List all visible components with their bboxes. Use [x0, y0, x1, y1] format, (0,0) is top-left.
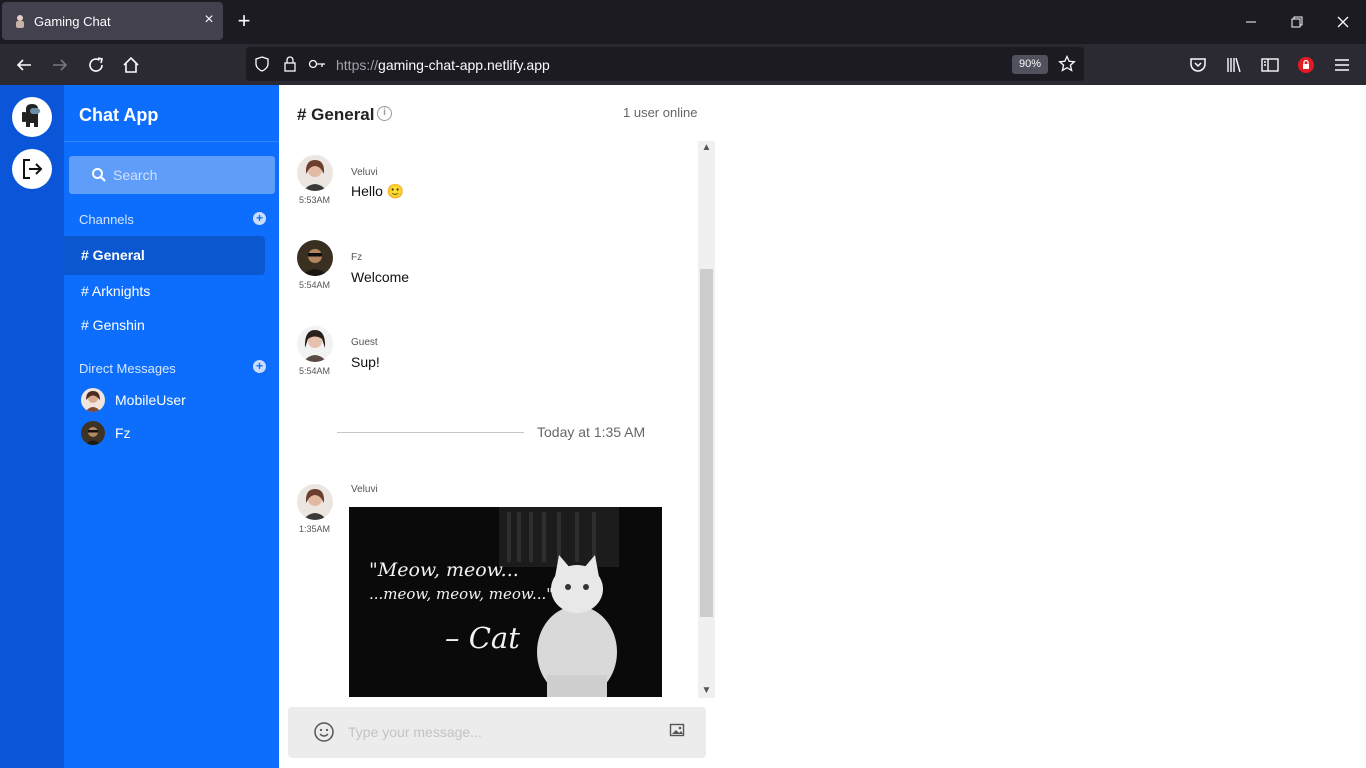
minimize-icon[interactable] [1240, 11, 1262, 33]
online-count: 1 user online [623, 105, 698, 120]
attach-image-icon[interactable] [669, 722, 685, 738]
chat-app: Chat App Search Channels + # General # A… [0, 85, 1366, 768]
message-user: Guest [351, 337, 378, 348]
browser-navbar: https://gaming-chat-app.netlify.app 90% [0, 44, 1366, 85]
new-tab-icon[interactable]: + [233, 10, 255, 32]
logout-icon [23, 159, 43, 179]
sidebar-divider [64, 141, 279, 142]
channels-heading: Channels [79, 212, 134, 227]
avatar [297, 484, 333, 520]
message-text: Hello 🙂 [351, 183, 405, 199]
image-quote-line2: ...meow, meow, meow..." [369, 585, 554, 603]
key-icon[interactable] [308, 56, 326, 72]
tab-title: Gaming Chat [34, 14, 111, 29]
dm-heading: Direct Messages [79, 361, 176, 376]
forward-icon[interactable] [48, 53, 72, 77]
message-time: 5:54AM [299, 280, 331, 290]
bookmark-star-icon[interactable] [1058, 55, 1076, 73]
message-text: Sup! [351, 354, 380, 370]
image-quote-line3: – Cat [445, 621, 520, 655]
user-avatar-button[interactable] [12, 97, 52, 137]
chat-panel: # General i 1 user online 5:53AM Veluvi … [279, 85, 716, 768]
restore-icon[interactable] [1286, 11, 1308, 33]
extension-lock-icon[interactable] [1294, 53, 1318, 77]
message-user: Veluvi [351, 167, 378, 178]
avatar [81, 421, 105, 445]
avatar [297, 240, 333, 276]
message-time: 5:54AM [299, 366, 331, 376]
search-icon [92, 168, 106, 182]
channel-general[interactable]: # General [64, 236, 265, 275]
search-box[interactable]: Search [69, 156, 275, 194]
message-user: Veluvi [351, 484, 378, 495]
channel-title: # General [297, 105, 375, 124]
lock-icon[interactable] [282, 55, 298, 73]
message-time: 5:53AM [299, 195, 331, 205]
image-quote-line1: "Meow, meow... [369, 559, 519, 581]
scrollbar-thumb[interactable] [700, 269, 713, 617]
tab-close-icon[interactable]: × [200, 11, 218, 29]
back-icon[interactable] [12, 53, 36, 77]
zoom-badge[interactable]: 90% [1012, 55, 1048, 74]
tab-favicon-icon [16, 15, 24, 28]
menu-icon[interactable] [1330, 53, 1354, 77]
scroll-up-icon[interactable]: ▲ [698, 141, 715, 155]
message-text: Welcome [351, 269, 410, 285]
library-icon[interactable] [1222, 53, 1246, 77]
channel-genshin[interactable]: # Genshin [64, 306, 265, 345]
add-channel-icon[interactable]: + [253, 212, 266, 225]
reload-icon[interactable] [84, 53, 108, 77]
crewmate-icon [22, 104, 40, 127]
url-text[interactable]: https://gaming-chat-app.netlify.app [336, 57, 550, 73]
logout-button[interactable] [12, 149, 52, 189]
app-brand: Chat App [79, 105, 159, 125]
add-dm-icon[interactable]: + [253, 360, 266, 373]
avatar [297, 155, 333, 191]
message-input[interactable] [348, 721, 648, 743]
avatar [81, 388, 105, 412]
close-window-icon[interactable] [1332, 11, 1354, 33]
message-time: 1:35AM [299, 524, 331, 534]
url-bar[interactable]: https://gaming-chat-app.netlify.app 90% [246, 47, 1084, 81]
message-user: Fz [351, 252, 363, 263]
home-icon[interactable] [119, 53, 143, 77]
sidebar: Chat App Search Channels + # General # A… [64, 85, 279, 768]
shield-icon[interactable] [254, 56, 270, 72]
browser-tab[interactable]: Gaming Chat × [2, 2, 223, 40]
message-scrollbar[interactable]: ▲ ▼ [698, 141, 715, 698]
avatar [297, 326, 333, 362]
emoji-icon[interactable] [313, 721, 335, 743]
info-icon[interactable]: i [377, 106, 392, 121]
search-placeholder: Search [113, 167, 158, 183]
scroll-down-icon[interactable]: ▼ [698, 684, 715, 698]
sidebar-toggle-icon[interactable] [1258, 53, 1282, 77]
app-rail [0, 85, 64, 768]
browser-titlebar: Gaming Chat × + [0, 0, 1366, 44]
date-divider-label: Today at 1:35 AM [537, 424, 646, 440]
cat-quote-image[interactable]: "Meow, meow... ...meow, meow, meow..." –… [349, 507, 662, 697]
pocket-icon[interactable] [1186, 53, 1210, 77]
date-divider-line [337, 432, 524, 433]
message-composer [288, 707, 706, 758]
